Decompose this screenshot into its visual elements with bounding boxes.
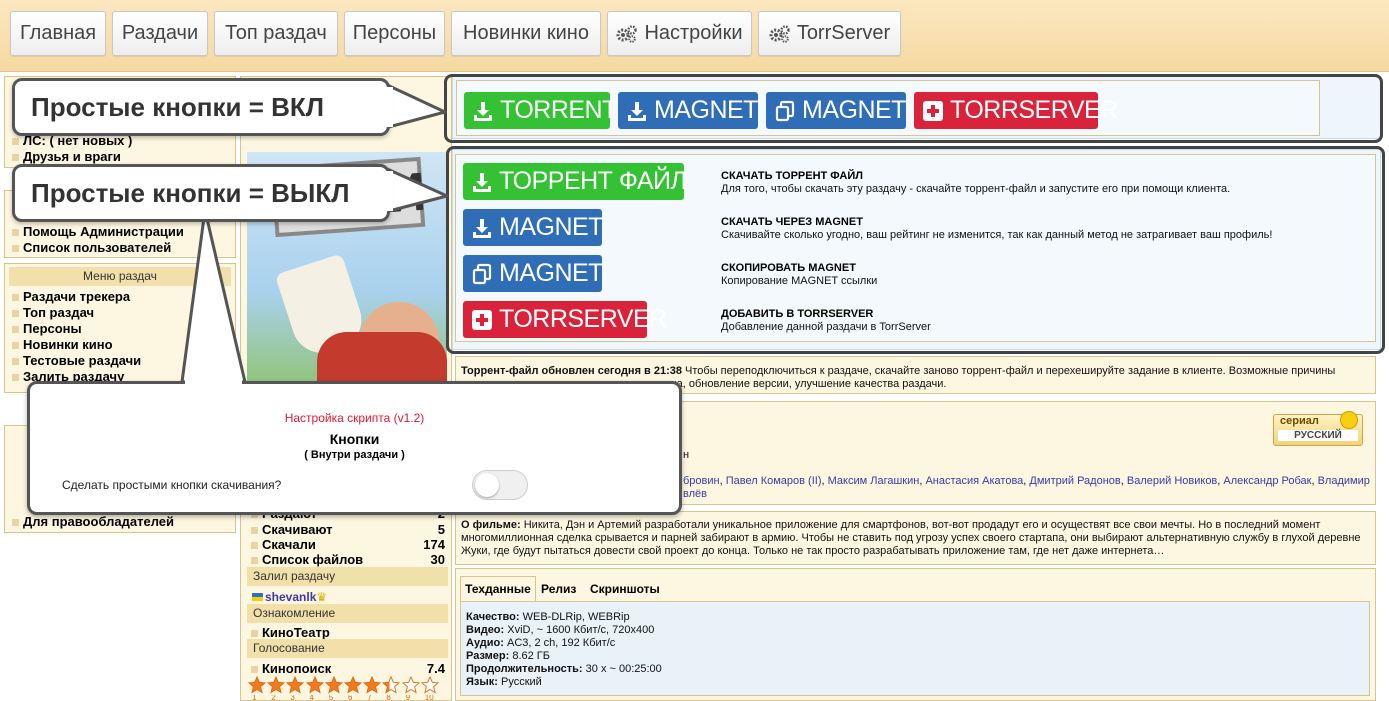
simple-buttons-toggle[interactable] bbox=[472, 470, 528, 500]
callout-on-seam bbox=[384, 87, 393, 127]
popup-title: Настройка скрипта (v1.2) bbox=[284, 411, 425, 425]
callout-simple-off: Простые кнопки = ВЫКЛ bbox=[12, 164, 390, 222]
popup-subtitle: Кнопки bbox=[329, 431, 380, 447]
script-settings-popup: Настройка скрипта (v1.2) Кнопки ( Внутри… bbox=[27, 381, 682, 515]
callout-on-pointer bbox=[383, 82, 447, 130]
callout-off-seam bbox=[384, 171, 393, 211]
popup-subsubtitle: ( Внутри раздачи ) bbox=[304, 449, 405, 461]
toggle-knob bbox=[475, 473, 499, 497]
popup-pointer-seam bbox=[185, 378, 242, 384]
simple-buttons-option-label: Сделать простыми кнопки скачивания? bbox=[62, 478, 282, 492]
callout-off-pointer bbox=[383, 166, 449, 214]
callout-simple-on: Простые кнопки = ВКЛ bbox=[12, 78, 390, 136]
popup-pointer bbox=[180, 208, 247, 384]
